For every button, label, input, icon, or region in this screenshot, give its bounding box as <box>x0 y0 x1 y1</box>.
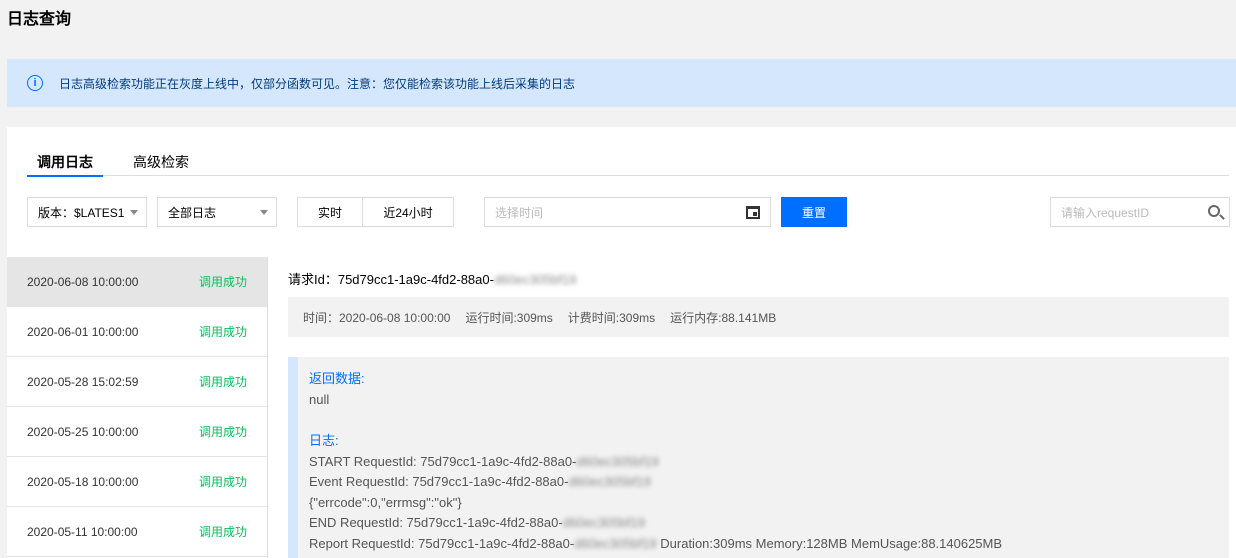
invocation-meta: 时间：2020-06-08 10:00:00 运行时间:309ms 计费时间:3… <box>288 297 1229 337</box>
log-line: START RequestId: 75d79cc1-1a9c-4fd2-88a0… <box>309 453 659 469</box>
log-date: 2020-06-08 10:00:00 <box>27 274 139 289</box>
time-picker-placeholder: 选择时间 <box>495 205 544 220</box>
log-type-select-value: 全部日志 <box>168 205 217 220</box>
request-id-redacted: d60ec305bf19 <box>493 272 577 287</box>
log-line: END RequestId: 75d79cc1-1a9c-4fd2-88a0-d… <box>309 515 646 530</box>
log-date: 2020-05-11 10:00:00 <box>27 524 138 539</box>
log-label: 日志: <box>309 433 339 448</box>
realtime-button[interactable]: 实时 <box>297 197 363 227</box>
return-data-value: null <box>309 391 330 407</box>
list-item[interactable]: 2020-06-08 10:00:00 调用成功 <box>7 257 267 307</box>
reset-button[interactable]: 重置 <box>781 197 847 227</box>
page-title: 日志查询 <box>7 11 72 28</box>
log-line: Report RequestId: 75d79cc1-1a9c-4fd2-88a… <box>309 535 1003 551</box>
calendar-icon <box>746 206 760 219</box>
log-line: Event RequestId: 75d79cc1-1a9c-4fd2-88a0… <box>309 474 651 489</box>
version-select-value: 版本：$LATES1 <box>38 205 125 220</box>
status-badge: 调用成功 <box>198 325 247 339</box>
toolbar: 版本：$LATES1 全部日志 实时 近24小时 选择时间 重置 请输入requ… <box>27 197 1230 227</box>
request-id-line: 请求Id：75d79cc1-1a9c-4fd2-88a0-d60ec305bf1… <box>288 269 576 288</box>
chevron-down-icon <box>260 210 268 215</box>
chevron-down-icon <box>130 210 138 215</box>
request-id-value: 75d79cc1-1a9c-4fd2-88a0- <box>337 272 494 287</box>
log-line: {"errcode":0,"errmsg":"ok"} <box>309 494 462 510</box>
log-date: 2020-05-25 10:00:00 <box>27 424 139 439</box>
meta-memory: 运行内存:88.141MB <box>670 310 777 325</box>
notice-banner: i 日志高级检索功能正在灰度上线中，仅部分函数可见。注意：您仅能检索该功能上线后… <box>7 59 1236 107</box>
log-card: 调用日志 高级检索 版本：$LATES1 全部日志 实时 近24小时 选择时间 … <box>7 127 1236 558</box>
status-badge: 调用成功 <box>198 475 247 489</box>
meta-run-time: 运行时间:309ms <box>465 310 553 325</box>
tab-advanced-search[interactable]: 高级检索 <box>133 152 189 176</box>
meta-time: 时间：2020-06-08 10:00:00 <box>303 310 451 325</box>
notice-text: 日志高级检索功能正在灰度上线中，仅部分函数可见。注意：您仅能检索该功能上线后采集… <box>59 76 576 91</box>
request-id-label: 请求Id： <box>288 272 338 287</box>
tab-bar: 调用日志 高级检索 <box>27 152 1229 177</box>
search-icon[interactable] <box>1208 205 1220 217</box>
log-date: 2020-06-01 10:00:00 <box>27 324 139 339</box>
return-data-label: 返回数据: <box>309 371 365 386</box>
time-picker-input[interactable]: 选择时间 <box>484 197 771 227</box>
request-id-search-input[interactable]: 请输入requestID <box>1050 197 1230 227</box>
log-output: 返回数据: null 日志: START RequestId: 75d79cc1… <box>288 357 1229 558</box>
log-date: 2020-05-18 10:00:00 <box>27 474 139 489</box>
search-placeholder: 请输入requestID <box>1061 205 1150 220</box>
status-badge: 调用成功 <box>198 425 247 439</box>
status-badge: 调用成功 <box>198 275 247 289</box>
list-item[interactable]: 2020-06-01 10:00:00 调用成功 <box>7 307 267 357</box>
log-list: 2020-06-08 10:00:00 调用成功 2020-06-01 10:0… <box>7 257 268 558</box>
tab-invoke-log[interactable]: 调用日志 <box>27 152 103 177</box>
list-item[interactable]: 2020-05-25 10:00:00 调用成功 <box>7 407 267 457</box>
last-24h-button[interactable]: 近24小时 <box>362 197 454 227</box>
list-item[interactable]: 2020-05-28 15:02:59 调用成功 <box>7 357 267 407</box>
list-item[interactable]: 2020-05-18 10:00:00 调用成功 <box>7 457 267 507</box>
info-icon: i <box>27 75 43 91</box>
log-type-select[interactable]: 全部日志 <box>157 197 277 227</box>
status-badge: 调用成功 <box>198 375 247 389</box>
list-item[interactable]: 2020-05-11 10:00:00 调用成功 <box>7 507 267 557</box>
version-select[interactable]: 版本：$LATES1 <box>27 197 147 227</box>
meta-billed-time: 计费时间:309ms <box>567 310 656 325</box>
status-badge: 调用成功 <box>198 525 247 539</box>
log-date: 2020-05-28 15:02:59 <box>27 374 139 389</box>
